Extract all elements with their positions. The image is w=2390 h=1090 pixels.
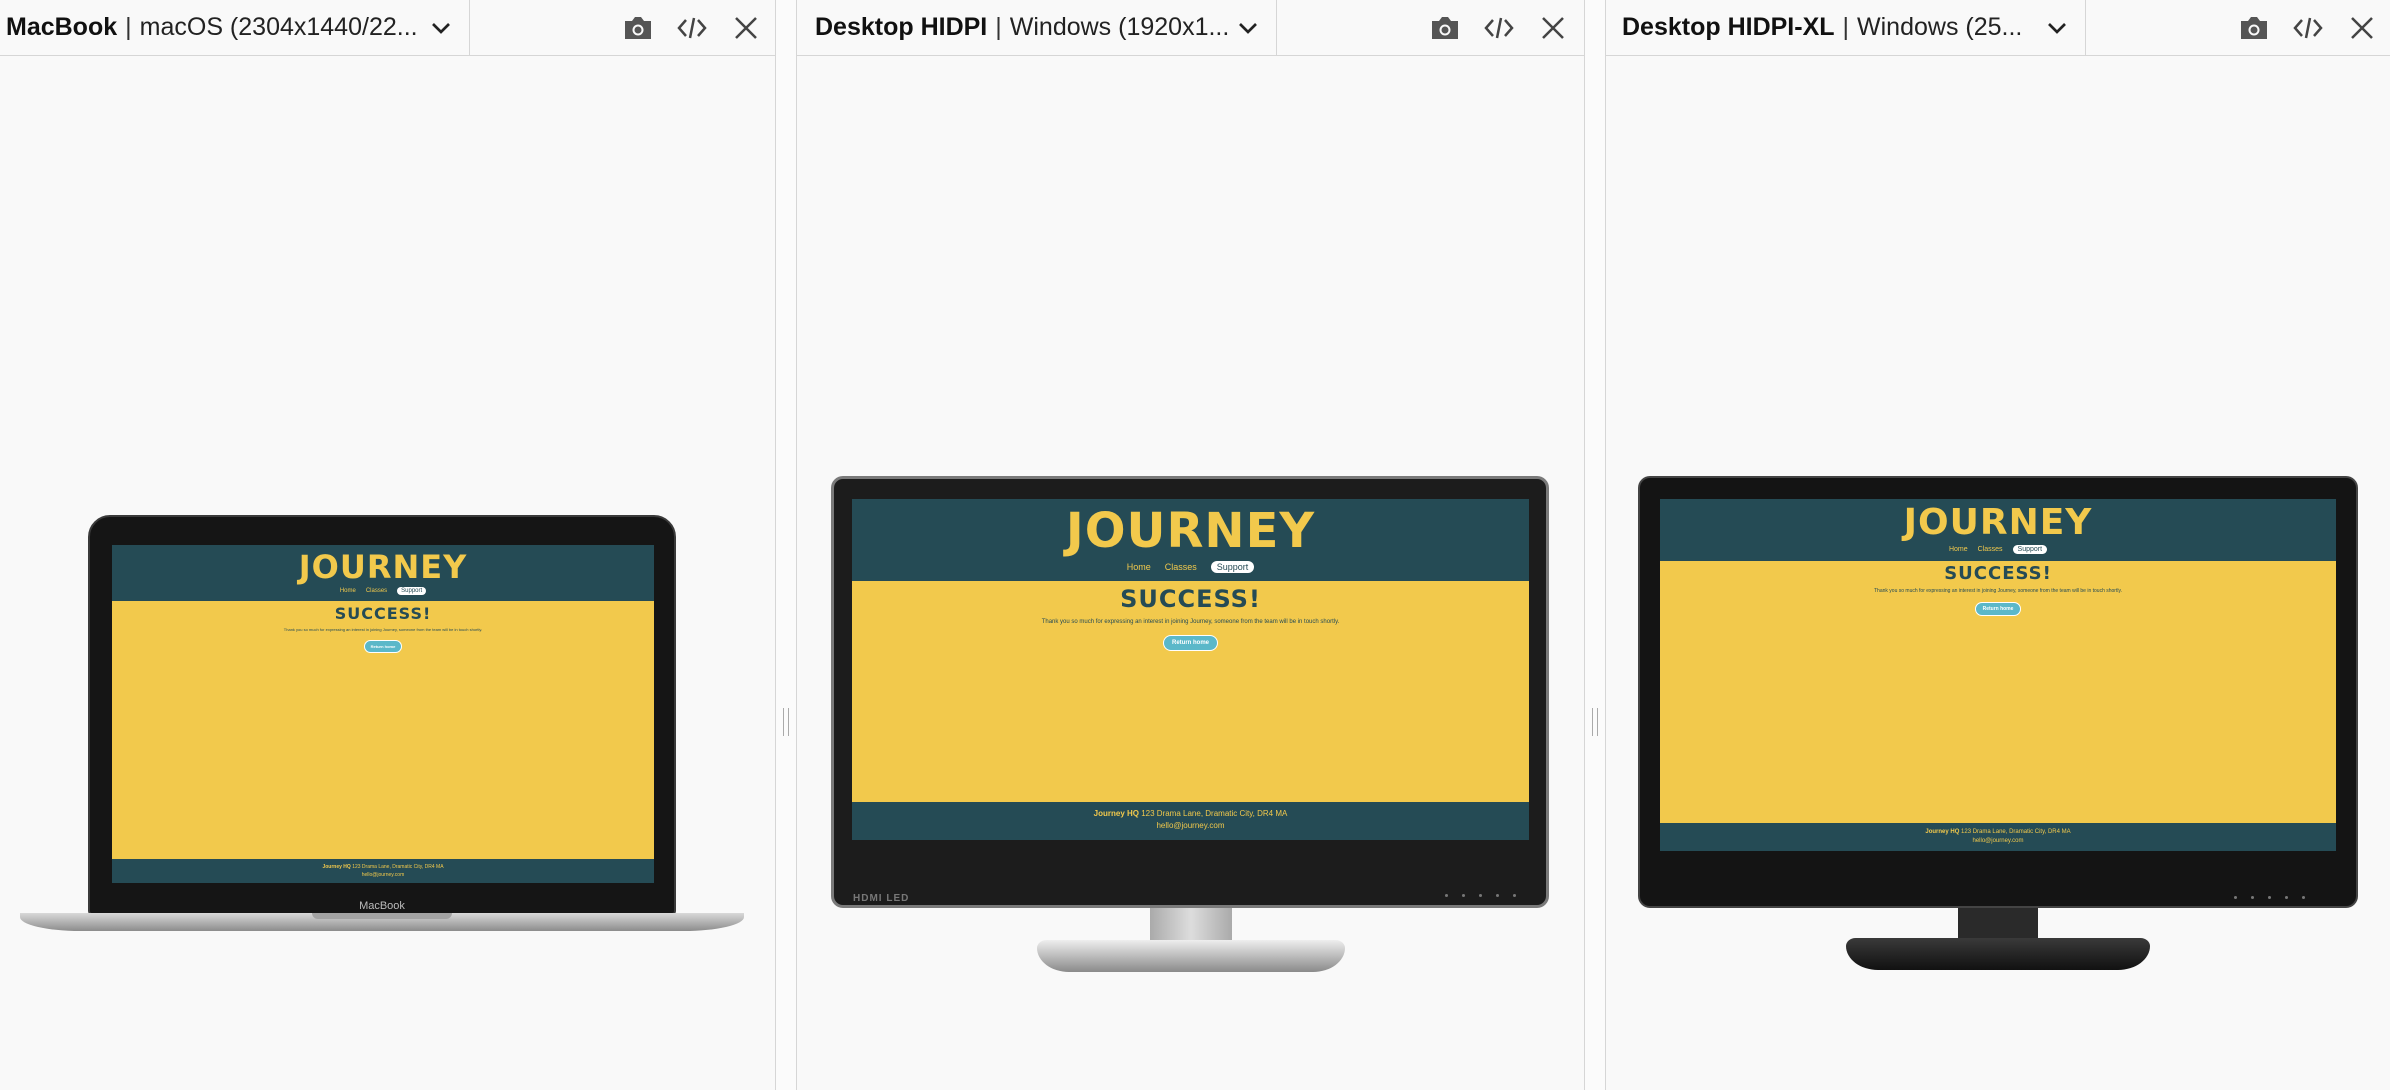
laptop-notch — [312, 913, 452, 919]
device-detail: Windows (25... — [1857, 13, 2023, 41]
monitor-brand-label: HDMI LED — [853, 893, 910, 904]
footer-address-line: Journey HQ 123 Drama Lane, Dramatic City… — [1660, 828, 2336, 837]
site-header: JOURNEY Home Classes Support — [1660, 499, 2336, 561]
device-panel-desktop-hidpi: Desktop HIDPI | Windows (1920x1... JOURN… — [797, 0, 1584, 1090]
success-heading: SUCCESS! — [1120, 585, 1261, 613]
return-home-button[interactable]: Return home — [1162, 635, 1218, 651]
separator: | — [1842, 13, 1850, 41]
footer-address-line: Journey HQ 123 Drama Lane, Dramatic City… — [112, 863, 654, 871]
separator: | — [995, 13, 1002, 41]
chevron-down-icon — [432, 22, 450, 34]
site-footer: Journey HQ 123 Drama Lane, Dramatic City… — [1660, 823, 2336, 851]
grip-icon — [783, 708, 789, 736]
device-select[interactable]: Desktop HIDPI-XL | Windows (25... — [1606, 0, 2086, 55]
camera-icon[interactable] — [2236, 10, 2272, 46]
code-icon[interactable] — [674, 10, 710, 46]
grip-icon — [1592, 708, 1598, 736]
site-main: SUCCESS! Thank you so much for expressin… — [1660, 561, 2336, 823]
site-header: JOURNEY Home Classes Support — [852, 499, 1529, 581]
close-icon[interactable] — [728, 10, 764, 46]
site-nav: Home Classes Support — [1949, 545, 2048, 554]
site-logo: JOURNEY — [1065, 503, 1316, 559]
panel-resize-handle[interactable] — [775, 0, 797, 1090]
nav-home[interactable]: Home — [340, 588, 356, 594]
monitor-stand-base — [1846, 938, 2150, 970]
device-name: Desktop HIDPI — [815, 13, 988, 41]
footer-label: Journey HQ — [1093, 809, 1139, 818]
footer-address-line: Journey HQ 123 Drama Lane, Dramatic City… — [852, 808, 1529, 820]
code-icon[interactable] — [2290, 10, 2326, 46]
chevron-down-icon — [1239, 22, 1257, 34]
panel-header: Desktop HIDPI-XL | Windows (25... — [1606, 0, 2390, 56]
monitor-stand-base — [1037, 940, 1345, 972]
site-footer: Journey HQ 123 Drama Lane, Dramatic City… — [112, 859, 654, 883]
site-nav: Home Classes Support — [340, 587, 427, 595]
close-icon[interactable] — [1535, 10, 1571, 46]
camera-icon[interactable] — [620, 10, 656, 46]
chevron-down-icon — [2048, 22, 2066, 34]
site-main: SUCCESS! Thank you so much for expressin… — [112, 601, 654, 859]
footer-address: 123 Drama Lane, Dramatic City, DR4 MA — [1139, 809, 1288, 818]
site-logo: JOURNEY — [298, 548, 468, 586]
device-detail: Windows (1920x1... — [1009, 13, 1230, 41]
footer-email[interactable]: hello@journey.com — [1660, 837, 2336, 846]
nav-classes[interactable]: Classes — [1978, 546, 2003, 553]
monitor-buttons — [1445, 894, 1516, 897]
separator: | — [125, 13, 132, 41]
success-message: Thank you so much for expressing an inte… — [283, 627, 483, 632]
monitor-stand-neck — [1150, 905, 1232, 945]
nav-support[interactable]: Support — [1210, 561, 1255, 573]
success-message: Thank you so much for expressing an inte… — [1041, 619, 1340, 625]
device-select[interactable]: Desktop HIDPI | Windows (1920x1... — [797, 0, 1277, 55]
nav-home[interactable]: Home — [1127, 562, 1151, 572]
camera-icon[interactable] — [1427, 10, 1463, 46]
site-screen: JOURNEY Home Classes Support SUCCESS! Th… — [852, 499, 1529, 840]
device-panel-macbook: MacBook | macOS (2304x1440/22... JOURNEY… — [0, 0, 775, 1090]
footer-address: 123 Drama Lane, Dramatic City, DR4 MA — [1959, 829, 2071, 835]
device-name: Desktop HIDPI-XL — [1622, 13, 1835, 41]
site-header: JOURNEY Home Classes Support — [112, 545, 654, 601]
panel-resize-handle[interactable] — [1584, 0, 1606, 1090]
site-nav: Home Classes Support — [1127, 561, 1255, 573]
device-select[interactable]: MacBook | macOS (2304x1440/22... — [0, 0, 470, 55]
footer-label: Journey HQ — [322, 864, 351, 870]
site-logo: JOURNEY — [1903, 502, 2093, 543]
site-main: SUCCESS! Thank you so much for expressin… — [852, 581, 1529, 802]
device-panel-desktop-hidpi-xl: Desktop HIDPI-XL | Windows (25... JOURNE… — [1606, 0, 2390, 1090]
nav-classes[interactable]: Classes — [366, 588, 387, 594]
footer-address: 123 Drama Lane, Dramatic City, DR4 MA — [350, 864, 444, 870]
return-home-button[interactable]: Return home — [1974, 602, 2022, 616]
laptop-brand-label: MacBook — [359, 900, 405, 912]
monitor-buttons — [2234, 896, 2305, 899]
footer-email[interactable]: hello@journey.com — [852, 820, 1529, 832]
panel-header: MacBook | macOS (2304x1440/22... — [0, 0, 775, 56]
close-icon[interactable] — [2344, 10, 2380, 46]
code-icon[interactable] — [1481, 10, 1517, 46]
nav-classes[interactable]: Classes — [1165, 562, 1197, 572]
panel-header: Desktop HIDPI | Windows (1920x1... — [797, 0, 1584, 56]
return-home-button[interactable]: Return home — [363, 640, 403, 653]
success-heading: SUCCESS! — [1944, 563, 2052, 584]
footer-email[interactable]: hello@journey.com — [112, 871, 654, 879]
device-name: MacBook — [6, 13, 118, 41]
footer-label: Journey HQ — [1925, 829, 1960, 835]
site-footer: Journey HQ 123 Drama Lane, Dramatic City… — [852, 802, 1529, 840]
site-screen: JOURNEY Home Classes Support SUCCESS! Th… — [112, 545, 654, 883]
success-heading: SUCCESS! — [334, 604, 432, 623]
success-message: Thank you so much for expressing an inte… — [1874, 588, 2122, 594]
nav-support[interactable]: Support — [2012, 545, 2048, 554]
device-detail: macOS (2304x1440/22... — [139, 13, 418, 41]
nav-home[interactable]: Home — [1949, 546, 1968, 553]
site-screen: JOURNEY Home Classes Support SUCCESS! Th… — [1660, 499, 2336, 851]
nav-support[interactable]: Support — [397, 587, 427, 595]
